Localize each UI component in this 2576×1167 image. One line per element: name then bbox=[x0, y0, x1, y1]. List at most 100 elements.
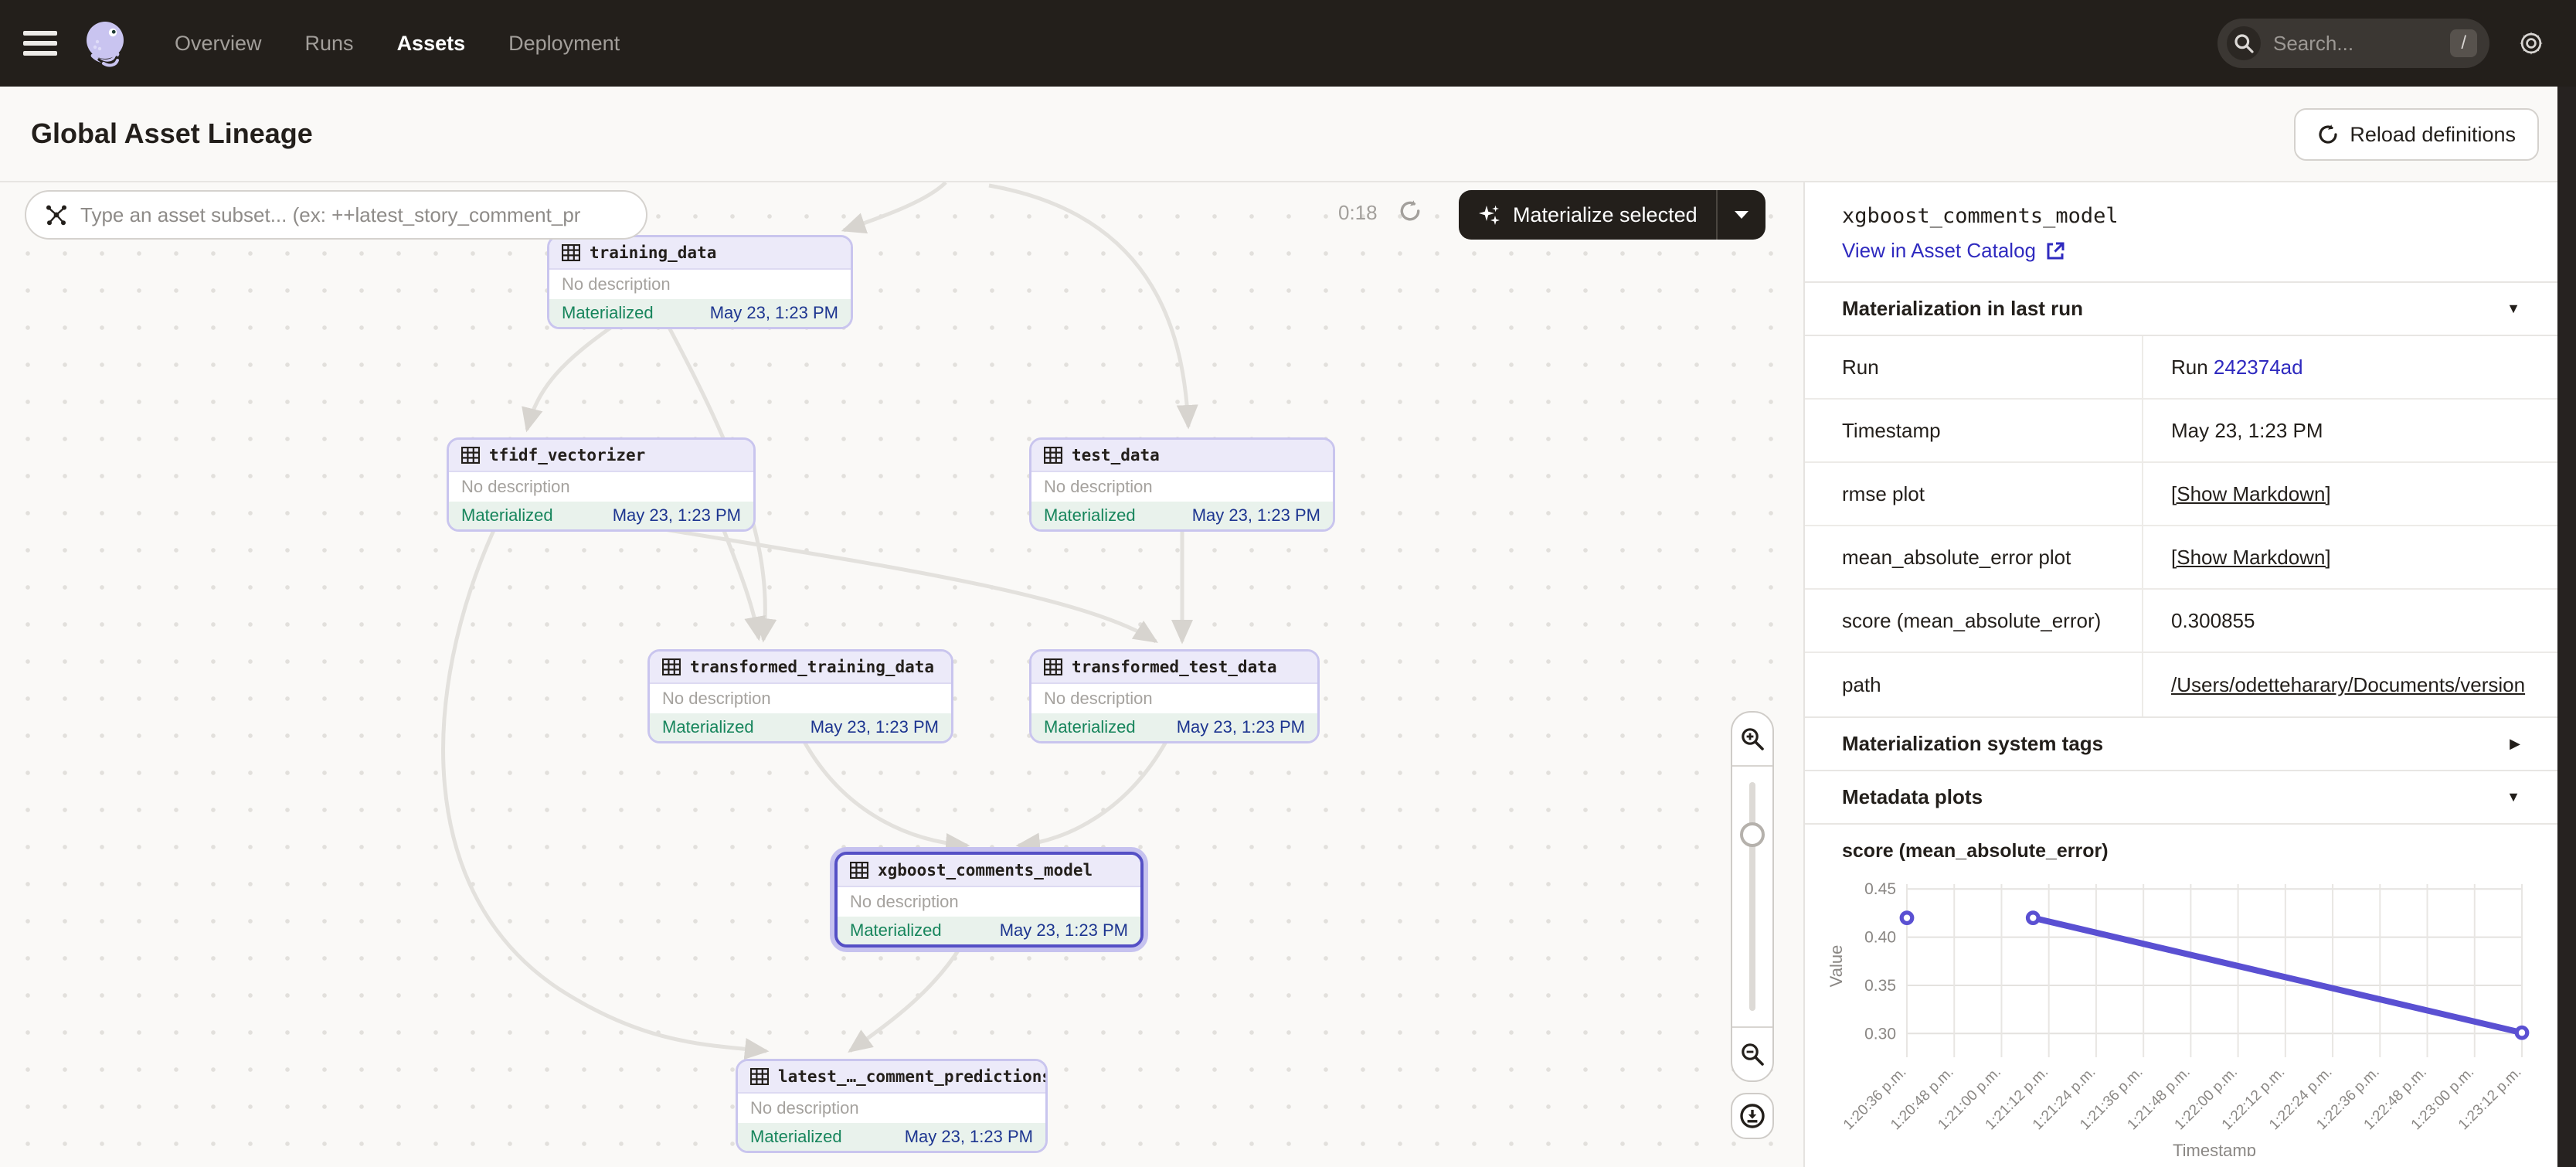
materialization-time[interactable]: May 23, 1:23 PM bbox=[1192, 505, 1320, 526]
asset-status-row: Materialized May 23, 1:23 PM bbox=[1031, 502, 1333, 529]
metadata-label: Timestamp bbox=[1805, 400, 2143, 461]
asset-description: No description bbox=[449, 472, 753, 502]
zoom-widget bbox=[1731, 711, 1774, 1082]
lineage-canvas[interactable]: training_dataNo descriptionMaterializedM… bbox=[0, 182, 1803, 1167]
chevron-down-icon: ▼ bbox=[2506, 789, 2520, 805]
status-badge: Materialized bbox=[1044, 505, 1136, 526]
asset-name: xgboost_comments_model bbox=[878, 861, 1093, 880]
asset-node-transformed_training_data[interactable]: transformed_training_dataNo descriptionM… bbox=[647, 649, 953, 743]
metadata-link[interactable]: [Show Markdown] bbox=[2171, 482, 2331, 505]
page-title: Global Asset Lineage bbox=[31, 117, 313, 150]
asset-node-latest_comment_predictions[interactable]: latest_…_comment_predictions No descripti… bbox=[736, 1059, 1048, 1153]
zoom-slider[interactable] bbox=[1732, 767, 1772, 1026]
zoom-in-button[interactable] bbox=[1732, 713, 1772, 765]
hamburger-menu-icon[interactable] bbox=[23, 31, 57, 56]
svg-text:0.35: 0.35 bbox=[1864, 977, 1896, 995]
chart-title: score (mean_absolute_error) bbox=[1805, 823, 2557, 862]
asset-node-header: training_data bbox=[549, 237, 851, 270]
table-icon bbox=[562, 244, 580, 261]
asset-status-row: Materialized May 23, 1:23 PM bbox=[838, 917, 1140, 944]
metadata-link[interactable]: 242374ad bbox=[2214, 356, 2303, 379]
asset-node-transformed_test_data[interactable]: transformed_test_dataNo descriptionMater… bbox=[1029, 649, 1320, 743]
materialization-time[interactable]: May 23, 1:23 PM bbox=[905, 1127, 1033, 1147]
external-link-icon bbox=[2045, 241, 2065, 261]
edge-above-to-training_data bbox=[844, 182, 946, 230]
download-image-button[interactable] bbox=[1731, 1093, 1774, 1139]
section-materialization-last-run[interactable]: Materialization in last run ▼ bbox=[1805, 281, 2557, 335]
materialization-time[interactable]: May 23, 1:23 PM bbox=[613, 505, 741, 526]
view-in-asset-catalog-link[interactable]: View in Asset Catalog bbox=[1805, 231, 2557, 281]
zoom-out-button[interactable] bbox=[1732, 1028, 1772, 1080]
global-search[interactable]: Search... / bbox=[2217, 19, 2489, 68]
metadata-value: Run 242374ad bbox=[2143, 356, 2557, 379]
edge-tfidf_vectorizer-to-latest_comment_predictions bbox=[443, 529, 766, 1051]
table-icon bbox=[662, 658, 681, 675]
metadata-row-path: path/Users/odetteharary/Documents/versio… bbox=[1805, 653, 2557, 716]
asset-node-header: latest_…_comment_predictions bbox=[738, 1061, 1045, 1094]
reload-definitions-button[interactable]: Reload definitions bbox=[2294, 108, 2539, 161]
materialization-time[interactable]: May 23, 1:23 PM bbox=[1177, 717, 1305, 737]
materialization-time[interactable]: May 23, 1:23 PM bbox=[710, 303, 838, 323]
asset-node-header: transformed_test_data bbox=[1031, 652, 1317, 684]
asset-node-header: tfidf_vectorizer bbox=[449, 440, 753, 472]
metadata-row-score-mean-absolute-error-: score (mean_absolute_error)0.300855 bbox=[1805, 590, 2557, 653]
section-system-tags[interactable]: Materialization system tags ▶ bbox=[1805, 716, 2557, 770]
status-badge: Materialized bbox=[750, 1127, 842, 1147]
asset-node-header: xgboost_comments_model bbox=[838, 855, 1140, 887]
right-edge-strip bbox=[2557, 87, 2576, 1167]
search-icon bbox=[2227, 26, 2261, 60]
settings-gear-icon[interactable] bbox=[2517, 29, 2545, 57]
svg-text:Value: Value bbox=[1827, 945, 1846, 988]
metadata-link[interactable]: /Users/odetteharary/Documents/version bbox=[2171, 673, 2525, 696]
asset-status-row: MaterializedMay 23, 1:23 PM bbox=[549, 299, 851, 327]
asset-node-header: transformed_training_data bbox=[650, 652, 951, 684]
table-icon bbox=[1044, 658, 1062, 675]
metadata-row-timestamp: TimestampMay 23, 1:23 PM bbox=[1805, 400, 2557, 463]
chevron-right-icon: ▶ bbox=[2510, 736, 2520, 752]
dagster-logo[interactable] bbox=[79, 17, 131, 70]
asset-description: No description bbox=[1031, 472, 1333, 502]
materialize-options-caret[interactable] bbox=[1718, 211, 1765, 219]
nav-item-overview[interactable]: Overview bbox=[175, 32, 262, 56]
asset-name: latest_…_comment_predictions bbox=[778, 1067, 1048, 1086]
zoom-slider-handle[interactable] bbox=[1740, 822, 1765, 847]
asset-name: transformed_training_data bbox=[690, 658, 934, 676]
status-badge: Materialized bbox=[850, 920, 942, 941]
nav-item-deployment[interactable]: Deployment bbox=[508, 32, 620, 56]
metadata-label: rmse plot bbox=[1805, 463, 2143, 525]
table-icon bbox=[461, 447, 480, 464]
metadata-value: [Show Markdown] bbox=[2143, 482, 2557, 506]
svg-text:0.45: 0.45 bbox=[1864, 880, 1896, 898]
asset-description: No description bbox=[738, 1094, 1045, 1123]
asset-node-test_data[interactable]: test_dataNo description Materialized May 2… bbox=[1029, 437, 1335, 532]
metadata-row-mean-absolute-error-plot: mean_absolute_error plot [Show Markdown] bbox=[1805, 526, 2557, 590]
refresh-countdown-icon[interactable] bbox=[1398, 199, 1422, 229]
materialize-selected-button[interactable]: Materialize selected bbox=[1459, 190, 1765, 240]
asset-filter-input[interactable]: Type an asset subset... (ex: ++latest_st… bbox=[25, 190, 647, 240]
asset-node-training_data[interactable]: training_dataNo descriptionMaterializedM… bbox=[547, 235, 853, 329]
asset-node-tfidf_vectorizer[interactable]: tfidf_vectorizerNo descriptionMaterializ… bbox=[447, 437, 756, 532]
metadata-label: score (mean_absolute_error) bbox=[1805, 590, 2143, 652]
asset-description: No description bbox=[1031, 684, 1317, 713]
asset-node-xgboost_comments_model[interactable]: xgboost_comments_modelNo descriptionMate… bbox=[834, 852, 1144, 948]
page-header: Global Asset Lineage Reload definitions bbox=[0, 87, 2576, 182]
svg-text:0.40: 0.40 bbox=[1864, 929, 1896, 947]
nav-item-runs[interactable]: Runs bbox=[305, 32, 354, 56]
status-badge: Materialized bbox=[662, 717, 754, 737]
svg-text:0.30: 0.30 bbox=[1864, 1025, 1896, 1043]
metadata-value: May 23, 1:23 PM bbox=[2143, 419, 2557, 443]
metadata-label: mean_absolute_error plot bbox=[1805, 526, 2143, 588]
materialization-time[interactable]: May 23, 1:23 PM bbox=[1000, 920, 1128, 941]
asset-node-header: test_data bbox=[1031, 440, 1333, 472]
metadata-link[interactable]: [Show Markdown] bbox=[2171, 546, 2331, 569]
refresh-timer: 0:18 bbox=[1338, 201, 1378, 225]
asset-description: No description bbox=[838, 887, 1140, 917]
metadata-value: [Show Markdown] bbox=[2143, 546, 2557, 570]
asset-description: No description bbox=[549, 270, 851, 299]
section-metadata-plots[interactable]: Metadata plots ▼ bbox=[1805, 770, 2557, 823]
chevron-down-icon: ▼ bbox=[2506, 301, 2520, 317]
asset-name: transformed_test_data bbox=[1072, 658, 1277, 676]
asset-name: tfidf_vectorizer bbox=[489, 446, 645, 464]
nav-item-assets[interactable]: Assets bbox=[397, 32, 466, 56]
materialization-time[interactable]: May 23, 1:23 PM bbox=[811, 717, 939, 737]
